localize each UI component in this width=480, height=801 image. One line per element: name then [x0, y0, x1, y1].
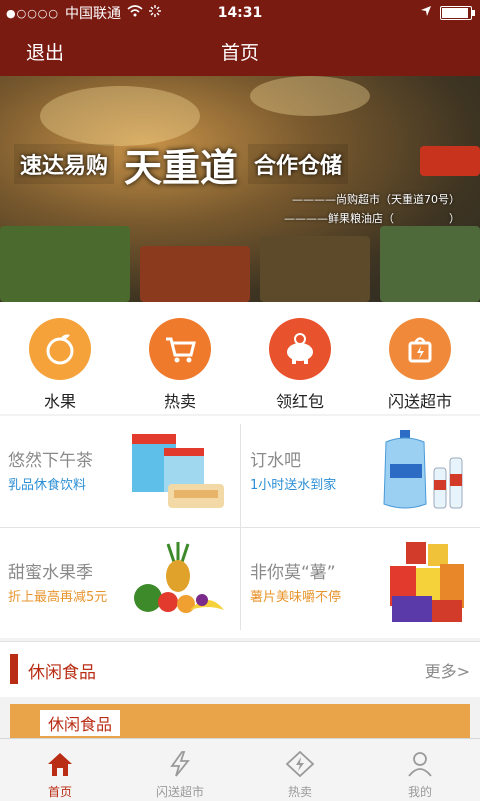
promo-subtitle: 乳品休食饮料 — [8, 478, 87, 493]
promo-potato-chips[interactable]: 非你莫“薯” 薯片美味嚼不停 — [242, 528, 480, 638]
lightning-icon — [164, 749, 196, 779]
snack-box-image — [128, 428, 228, 514]
piggy-bank-icon — [269, 318, 331, 380]
banner-title: 天重道 — [124, 145, 239, 190]
promo-title: 甜蜜水果季 — [8, 563, 93, 583]
category-label: 水果 — [43, 392, 76, 411]
promo-subtitle: 1小时送水到家 — [250, 478, 337, 493]
shopping-cart-icon — [149, 318, 211, 380]
water-jug-image — [370, 428, 470, 514]
banner-brand: 速达易购 — [14, 144, 115, 184]
battery-icon — [440, 6, 475, 20]
category-row: 水果 热卖 领红包 闪送超市 — [0, 302, 480, 414]
produce-shelf — [260, 236, 370, 302]
tab-label: 热卖 — [287, 785, 312, 799]
promo-title: 悠然下午茶 — [8, 451, 93, 471]
tab-label: 我的 — [407, 785, 432, 799]
banner-headline: 速达易购 天重道 合作仓储 — [14, 136, 454, 192]
section-title: 休闲食品 — [28, 663, 96, 683]
category-label: 闪送超市 — [387, 392, 452, 411]
fruit-basket-image — [128, 540, 228, 626]
status-bar: ●○○○○ 中国联通 14:31 — [0, 0, 480, 26]
category-express-market[interactable]: 闪送超市 — [360, 302, 480, 414]
banner-tag: 合作仓储 — [248, 144, 349, 184]
category-red-packet[interactable]: 领红包 — [240, 302, 360, 414]
user-icon — [404, 749, 436, 779]
banner-line-2: ————鲜果粮油店（ ） — [284, 212, 460, 225]
section-header-snacks: 休闲食品 更多> — [0, 641, 480, 697]
promo-grid: 悠然下午茶 乳品休食饮料 订水吧 1小时送水到家 甜蜜水果季 折上最高再减5元 … — [0, 416, 480, 638]
promo-water-order[interactable]: 订水吧 1小时送水到家 — [242, 416, 480, 526]
promo-subtitle: 折上最高再减5元 — [8, 590, 108, 605]
ceiling-light — [250, 76, 370, 116]
produce-shelf — [380, 226, 480, 302]
chips-bags-image — [370, 540, 470, 626]
status-time: 14:31 — [217, 5, 263, 21]
promo-title: 订水吧 — [250, 451, 301, 471]
snack-banner-tag: 休闲食品 — [40, 710, 121, 736]
top-navbar: 退出 首页 — [0, 26, 480, 76]
section-accent-bar — [10, 654, 18, 684]
promo-title: 非你莫“薯” — [250, 563, 336, 583]
tab-label: 闪送超市 — [155, 785, 204, 799]
category-label: 热卖 — [163, 392, 196, 411]
tab-label: 首页 — [47, 785, 72, 799]
tab-home[interactable]: 首页 — [0, 739, 120, 801]
shopping-bag-icon — [389, 318, 451, 380]
more-link[interactable]: 更多> — [425, 658, 470, 682]
location-arrow-icon — [420, 5, 432, 21]
promo-subtitle: 薯片美味嚼不停 — [250, 590, 342, 605]
flash-tag-icon — [284, 749, 316, 779]
category-fruit[interactable]: 水果 — [0, 302, 120, 414]
promo-afternoon-tea[interactable]: 悠然下午茶 乳品休食饮料 — [0, 416, 238, 526]
page-title: 首页 — [220, 42, 259, 64]
category-label: 领红包 — [275, 392, 324, 411]
produce-shelf — [140, 246, 250, 302]
promo-fruit-season[interactable]: 甜蜜水果季 折上最高再减5元 — [0, 528, 238, 638]
tab-express-market[interactable]: 闪送超市 — [120, 739, 240, 801]
tab-hot[interactable]: 热卖 — [240, 739, 360, 801]
home-icon — [44, 749, 76, 779]
banner-line-1: ————尚购超市（天重道70号） — [292, 193, 460, 206]
category-hot[interactable]: 热卖 — [120, 302, 240, 414]
promo-banner[interactable]: 速达易购 天重道 合作仓储 ————尚购超市（天重道70号） ————鲜果粮油店… — [0, 76, 480, 302]
tab-profile[interactable]: 我的 — [360, 739, 480, 801]
produce-shelf — [0, 226, 130, 302]
orange-fruit-icon — [29, 318, 91, 380]
bottom-tab-bar: 首页 闪送超市 热卖 我的 — [0, 738, 480, 801]
